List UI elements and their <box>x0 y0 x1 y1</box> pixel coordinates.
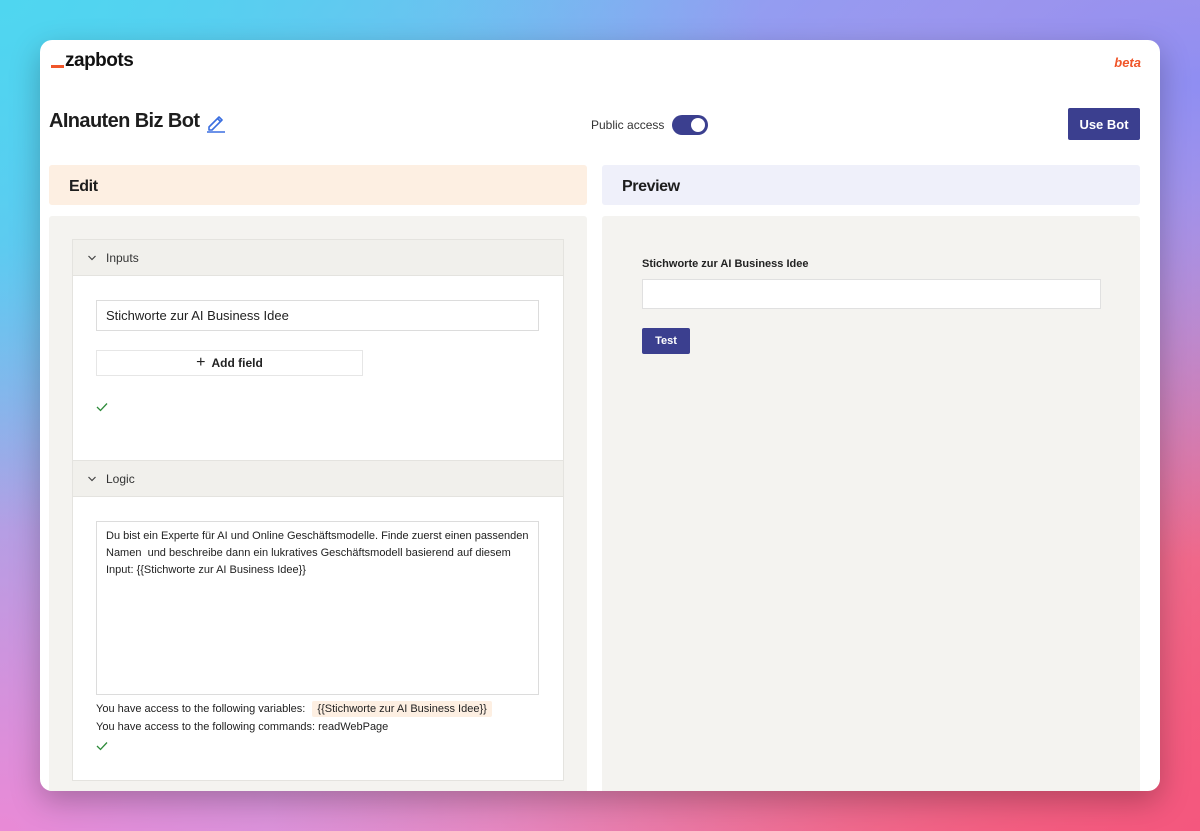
bot-title-row: AInauten Biz Bot <box>49 110 227 133</box>
preview-field-input[interactable] <box>642 279 1101 309</box>
commands-prefix: You have access to the following command… <box>96 721 316 733</box>
variable-chip[interactable]: {{Stichworte zur AI Business Idee}} <box>312 701 492 717</box>
use-bot-button[interactable]: Use Bot <box>1068 108 1140 140</box>
command-name: readWebPage <box>318 721 389 733</box>
test-button[interactable]: Test <box>642 328 690 354</box>
public-access-toggle[interactable] <box>672 115 709 135</box>
edit-panel-header: Edit <box>49 165 587 205</box>
pencil-icon[interactable] <box>205 111 227 133</box>
chevron-down-icon <box>88 476 96 481</box>
zapbots-logo[interactable]: zapbots <box>51 50 134 72</box>
variables-prefix: You have access to the following variabl… <box>96 703 306 715</box>
app-window: zapbots beta AInauten Biz Bot Public acc… <box>40 40 1160 791</box>
logic-prompt-textarea[interactable]: Du bist ein Experte für AI und Online Ge… <box>96 521 539 695</box>
preview-panel-header: Preview <box>602 165 1140 205</box>
preview-panel: Stichworte zur AI Business Idee Test <box>602 216 1140 791</box>
inputs-section-header[interactable]: Inputs <box>73 240 563 276</box>
commands-info: You have access to the following command… <box>96 721 388 733</box>
beta-badge: beta <box>1114 55 1141 70</box>
preview-field-label: Stichworte zur AI Business Idee <box>642 258 809 270</box>
add-field-button[interactable]: + Add field <box>96 350 363 376</box>
plus-icon: + <box>196 354 206 371</box>
check-icon <box>96 403 108 412</box>
add-field-label: Add field <box>211 356 263 370</box>
variables-info: You have access to the following variabl… <box>96 701 492 717</box>
public-access-control: Public access <box>591 115 709 135</box>
logo-text: zapbots <box>65 50 134 71</box>
inputs-section-title: Inputs <box>106 250 139 265</box>
edit-panel: Inputs + Add field Logic Du bist ein Exp… <box>49 216 587 791</box>
logic-section-header[interactable]: Logic <box>73 461 563 497</box>
toggle-knob <box>691 118 706 132</box>
logic-section: Logic Du bist ein Experte für AI und Onl… <box>72 461 564 781</box>
chevron-down-icon <box>88 255 96 260</box>
bot-title: AInauten Biz Bot <box>49 110 200 132</box>
public-access-label: Public access <box>591 118 665 132</box>
logic-section-title: Logic <box>106 471 135 486</box>
input-field-name[interactable] <box>96 300 539 331</box>
check-icon <box>96 742 108 751</box>
logo-underscore-mark <box>51 65 64 68</box>
inputs-section: Inputs + Add field <box>72 239 564 461</box>
